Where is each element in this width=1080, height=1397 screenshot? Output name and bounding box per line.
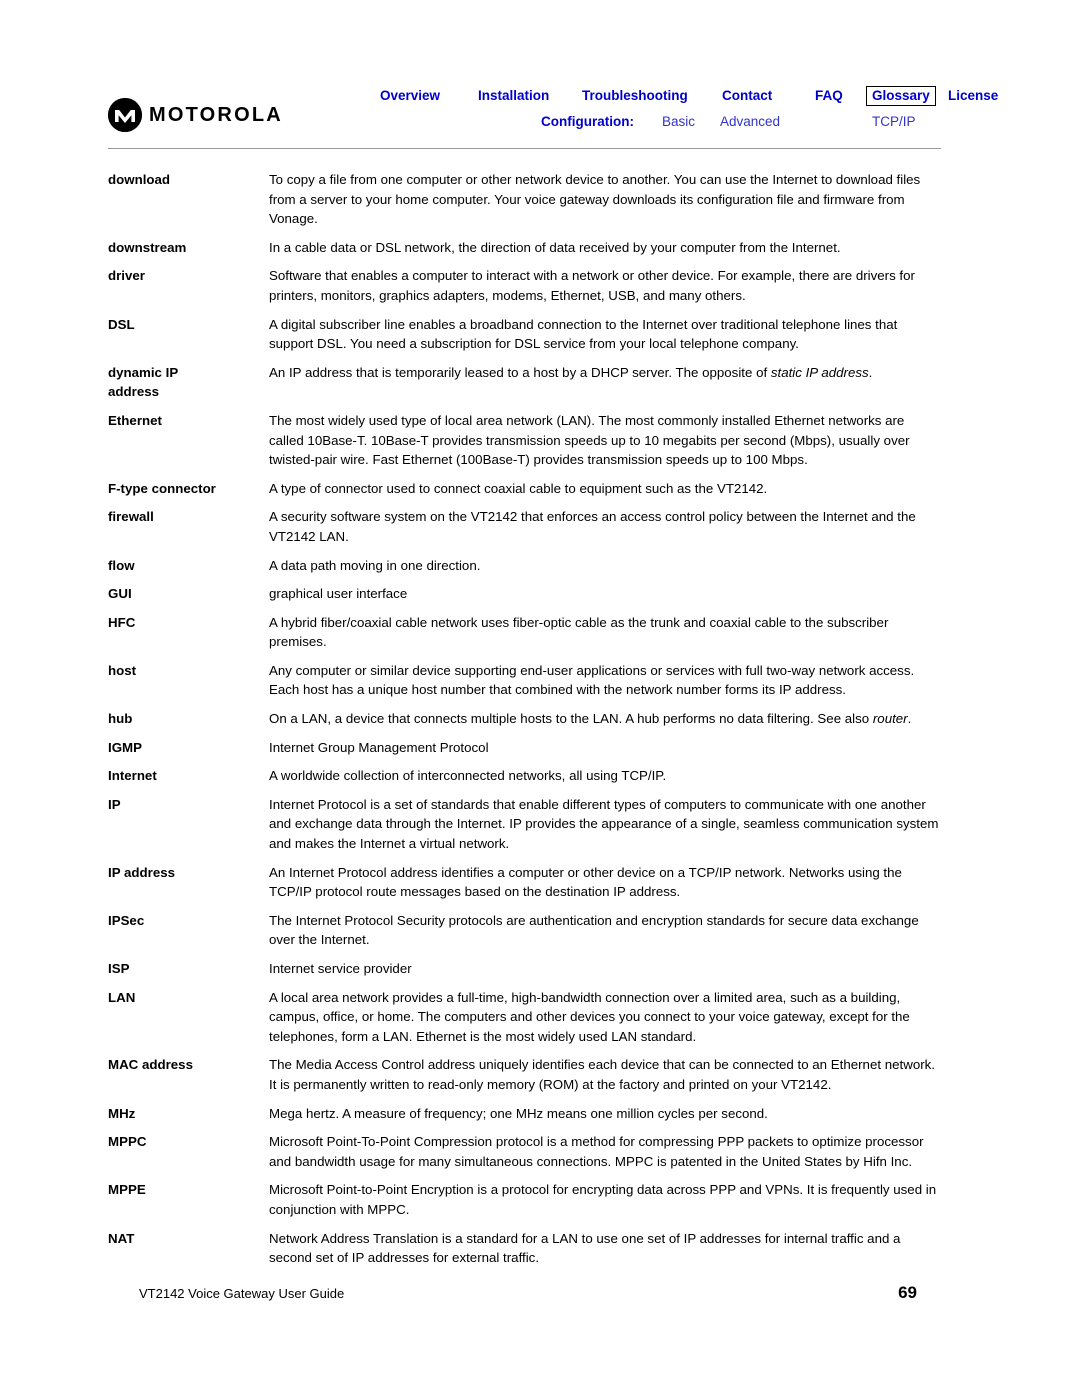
- glossary-entry: Ethernet The most widely used type of lo…: [108, 411, 941, 470]
- glossary-term: MPPE: [108, 1182, 146, 1198]
- glossary-definition: A local area network provides a full-tim…: [269, 989, 910, 1044]
- nav-config-tcpip[interactable]: TCP/IP: [872, 114, 916, 129]
- glossary-entry: IP address An Internet Protocol address …: [108, 863, 941, 902]
- glossary-definition: Internet Protocol is a set of standards …: [269, 796, 939, 852]
- glossary-term: dynamic IP address: [108, 364, 179, 400]
- nav-troubleshooting[interactable]: Troubleshooting: [582, 88, 688, 103]
- configuration-nav: Configuration: Basic Advanced TCP/IP: [272, 114, 941, 136]
- nav-faq[interactable]: FAQ: [815, 88, 843, 103]
- glossary-entry: dynamic IP address An IP address that is …: [108, 363, 941, 402]
- glossary-term: driver: [108, 268, 145, 284]
- glossary-entry: DSL A digital subscriber line enables a …: [108, 315, 941, 354]
- nav-license[interactable]: License: [948, 88, 998, 103]
- glossary-entry: downstream In a cable data or DSL networ…: [108, 238, 941, 258]
- nav-contact[interactable]: Contact: [722, 88, 772, 103]
- glossary-entry: MHz Mega hertz. A measure of frequency; …: [108, 1104, 941, 1124]
- glossary-definition: On a LAN, a device that connects multipl…: [269, 711, 912, 727]
- glossary-term: Ethernet: [108, 412, 162, 428]
- nav-overview[interactable]: Overview: [380, 88, 440, 103]
- glossary-entry: hub On a LAN, a device that connects mul…: [108, 709, 941, 729]
- glossary-entry: F-type connector A type of connector use…: [108, 479, 941, 499]
- nav-installation[interactable]: Installation: [478, 88, 549, 103]
- glossary-term: GUI: [108, 586, 132, 602]
- primary-nav: Overview Installation Troubleshooting Co…: [272, 86, 998, 110]
- glossary-entry: GUI graphical user interface: [108, 584, 941, 604]
- glossary-term: download: [108, 172, 171, 187]
- page-number: 69: [898, 1283, 917, 1302]
- glossary-entry: host Any computer or similar device supp…: [108, 661, 941, 700]
- nav-glossary[interactable]: Glossary: [866, 86, 936, 106]
- glossary-term: firewall: [108, 509, 154, 525]
- glossary-term: IPSec: [108, 912, 145, 928]
- glossary-entry: ISP Internet service provider: [108, 959, 941, 979]
- glossary-term: hub: [108, 711, 133, 727]
- glossary-term: F-type connector: [108, 480, 216, 496]
- glossary-entry: flow A data path moving in one direction…: [108, 556, 941, 576]
- glossary-term: downstream: [108, 239, 187, 255]
- glossary-entry: MAC address The Media Access Control add…: [108, 1055, 941, 1094]
- glossary-list: download To copy a file from one compute…: [108, 170, 941, 1277]
- glossary-term: HFC: [108, 614, 136, 630]
- glossary-entry: firewall A security software system on t…: [108, 507, 941, 546]
- motorola-m-icon: [108, 98, 142, 132]
- glossary-definition: In a cable data or DSL network, the dire…: [269, 239, 841, 255]
- glossary-term: NAT: [108, 1230, 135, 1246]
- glossary-definition: Network Address Translation is a standar…: [269, 1230, 901, 1266]
- glossary-definition: Internet service provider: [269, 961, 412, 976]
- glossary-definition: An IP address that is temporarily leased…: [269, 364, 873, 380]
- glossary-definition: Mega hertz. A measure of frequency; one …: [269, 1105, 768, 1121]
- nav-config-basic[interactable]: Basic: [662, 114, 695, 129]
- glossary-term: host: [108, 662, 137, 678]
- glossary-definition: A type of connector used to connect coax…: [269, 480, 768, 496]
- glossary-entry: HFC A hybrid fiber/coaxial cable network…: [108, 613, 941, 652]
- page-footer: VT2142 Voice Gateway User Guide 69: [108, 1283, 941, 1310]
- glossary-definition: Microsoft Point-to-Point Encryption is a…: [269, 1182, 937, 1217]
- configuration-label: Configuration:: [541, 114, 634, 129]
- glossary-entry: MPPC Microsoft Point-To-Point Compressio…: [108, 1132, 941, 1171]
- glossary-definition: The most widely used type of local area …: [269, 412, 910, 468]
- glossary-entry: Internet A worldwide collection of inter…: [108, 766, 941, 786]
- glossary-definition: graphical user interface: [269, 586, 408, 602]
- glossary-entry: download To copy a file from one compute…: [108, 170, 941, 229]
- glossary-entry: IP Internet Protocol is a set of standar…: [108, 795, 941, 854]
- glossary-definition: Internet Group Management Protocol: [269, 739, 489, 755]
- glossary-term: IP: [108, 796, 121, 812]
- header-divider: [108, 148, 941, 149]
- glossary-term: IGMP: [108, 739, 142, 755]
- motorola-logo: MOTOROLA: [108, 98, 283, 132]
- glossary-entry: IGMP Internet Group Management Protocol: [108, 738, 941, 758]
- glossary-term: MHz: [108, 1105, 136, 1121]
- glossary-definition: A security software system on the VT2142…: [269, 509, 916, 544]
- brand-wordmark: MOTOROLA: [149, 103, 283, 126]
- page-header: MOTOROLA Overview Installation Troublesh…: [108, 86, 998, 146]
- glossary-definition: Microsoft Point-To-Point Compression pro…: [269, 1134, 924, 1169]
- glossary-term: LAN: [108, 989, 136, 1005]
- glossary-definition: Software that enables a computer to inte…: [269, 268, 915, 303]
- glossary-definition: The Media Access Control address uniquel…: [269, 1057, 935, 1092]
- glossary-term: flow: [108, 557, 135, 573]
- glossary-definition: Any computer or similar device supportin…: [269, 662, 915, 698]
- glossary-definition: The Internet Protocol Security protocols…: [269, 912, 919, 948]
- glossary-definition: A data path moving in one direction.: [269, 557, 481, 573]
- glossary-entry: driver Software that enables a computer …: [108, 266, 941, 305]
- glossary-entry: IPSec The Internet Protocol Security pro…: [108, 911, 941, 950]
- glossary-term: DSL: [108, 316, 135, 332]
- glossary-definition: A digital subscriber line enables a broa…: [269, 316, 898, 352]
- glossary-entry: MPPE Microsoft Point-to-Point Encryption…: [108, 1180, 941, 1219]
- glossary-entry: LAN A local area network provides a full…: [108, 988, 941, 1047]
- glossary-definition: An Internet Protocol address identifies …: [269, 864, 902, 900]
- document-page: MOTOROLA Overview Installation Troublesh…: [0, 0, 1080, 1397]
- glossary-term: ISP: [108, 961, 130, 976]
- footer-document-title: VT2142 Voice Gateway User Guide: [139, 1286, 345, 1301]
- nav-config-advanced[interactable]: Advanced: [720, 114, 780, 129]
- glossary-term: MPPC: [108, 1134, 147, 1150]
- glossary-definition: A hybrid fiber/coaxial cable network use…: [269, 614, 889, 650]
- glossary-term: MAC address: [108, 1057, 193, 1073]
- glossary-term: Internet: [108, 768, 157, 784]
- glossary-entry: NAT Network Address Translation is a sta…: [108, 1229, 941, 1268]
- glossary-definition: A worldwide collection of interconnected…: [269, 768, 667, 784]
- glossary-term: IP address: [108, 864, 176, 880]
- glossary-definition: To copy a file from one computer or othe…: [269, 172, 921, 227]
